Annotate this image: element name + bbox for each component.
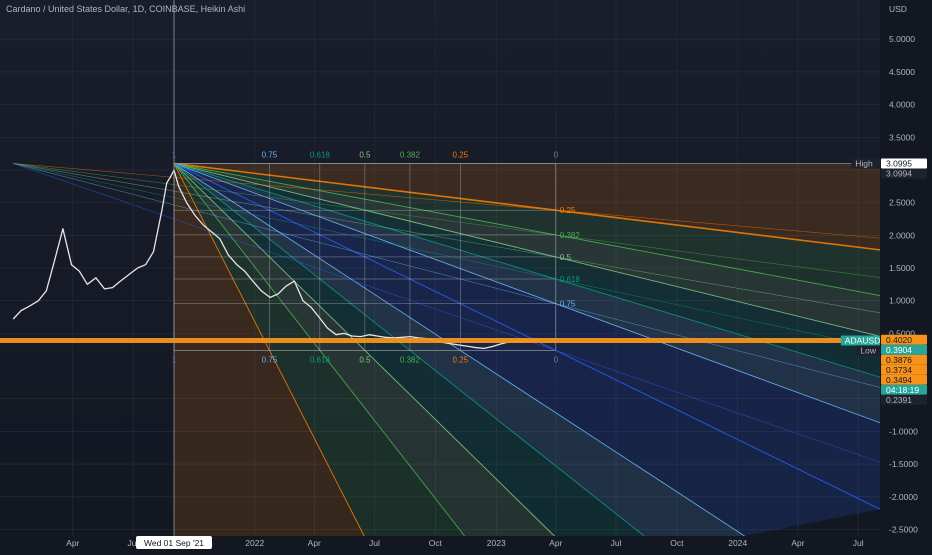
time-axis-tick: Oct — [670, 538, 684, 548]
chart-title: Cardano / United States Dollar, 1D, COIN… — [6, 4, 246, 14]
time-axis-tick: Apr — [308, 538, 321, 548]
price-tag-text: 0.3876 — [886, 355, 912, 365]
time-axis-tick: Jul — [853, 538, 864, 548]
price-axis-tick: 5.0000 — [889, 34, 915, 44]
fan-label-top: 0.618 — [310, 150, 331, 159]
price-axis-tick: 1.5000 — [889, 263, 915, 273]
price-axis-tick: -1.0000 — [889, 426, 918, 436]
fan-label-bottom: 0.25 — [453, 355, 469, 364]
currency-label: USD — [889, 4, 907, 14]
fib-fan[interactable] — [174, 163, 881, 536]
time-axis-tick: 2024 — [728, 538, 747, 548]
fan-label-right: 0.25 — [560, 206, 576, 215]
fan-label-right: 0.5 — [560, 253, 572, 262]
price-axis-tick: 2.5000 — [889, 198, 915, 208]
fan-label-right: 0.618 — [560, 275, 581, 284]
fan-label-right: 0.382 — [560, 231, 581, 240]
price-axis-tick: -2.5000 — [889, 524, 918, 534]
fan-label-top: 0.25 — [453, 150, 469, 159]
price-axis-tick: 3.5000 — [889, 132, 915, 142]
price-axis-tick: -2.0000 — [889, 492, 918, 502]
crosshair-label: Wed 01 Sep '21 — [144, 538, 204, 548]
time-axis-tick: Jul — [369, 538, 380, 548]
price-axis-tick: 4.0000 — [889, 100, 915, 110]
fan-label-right: 0.75 — [560, 300, 576, 309]
price-tag-text: 0.2391 — [886, 395, 912, 405]
price-tag-left-text: ADAUSD — [845, 336, 880, 346]
price-tag-text: 04:18:19 — [886, 385, 919, 395]
time-axis-tick: Apr — [66, 538, 79, 548]
fan-label-bottom: 0.618 — [310, 355, 331, 364]
time-axis-tick: Jul — [611, 538, 622, 548]
price-tag-text: 0.3904 — [886, 345, 912, 355]
price-tag-text: 0.3734 — [886, 365, 912, 375]
time-axis-tick: 2023 — [487, 538, 506, 548]
fan-label-top: 0.5 — [359, 150, 371, 159]
price-tag-left-text: High — [855, 158, 873, 168]
price-tag-text: 0.3494 — [886, 375, 912, 385]
price-axis-tick: 1.0000 — [889, 296, 915, 306]
time-axis-tick: Oct — [429, 538, 443, 548]
price-tag-text: 3.0995 — [886, 158, 912, 168]
time-axis-tick: Apr — [549, 538, 562, 548]
fan-label-top: 0.382 — [400, 150, 421, 159]
time-axis-tick: 2022 — [245, 538, 264, 548]
fan-label-top: 0 — [554, 150, 559, 159]
fan-label-top: 0.75 — [262, 150, 278, 159]
chart-stage[interactable]: 0.25 0.25 0.382 0.382 0.5 0.5 0.618 0.618 0.75 0.… — [0, 0, 932, 550]
price-chart[interactable]: 0.25 0.25 0.382 0.382 0.5 0.5 0.618 0.618 0.75 0.… — [0, 0, 932, 550]
fan-label-bottom: 0.5 — [359, 355, 371, 364]
fan-label-bottom: 0.382 — [400, 355, 421, 364]
price-tag-left-text: Low — [860, 345, 876, 355]
price-tag-text: 0.4020 — [886, 335, 912, 345]
price-axis-tick: -1.5000 — [889, 459, 918, 469]
fan-label-bottom: 0 — [554, 355, 559, 364]
price-axis-tick: 2.0000 — [889, 230, 915, 240]
time-axis-tick: Apr — [791, 538, 804, 548]
fan-label-bottom: 0.75 — [262, 355, 278, 364]
price-axis-tick: 4.5000 — [889, 67, 915, 77]
price-tag-text: 3.0994 — [886, 168, 912, 178]
